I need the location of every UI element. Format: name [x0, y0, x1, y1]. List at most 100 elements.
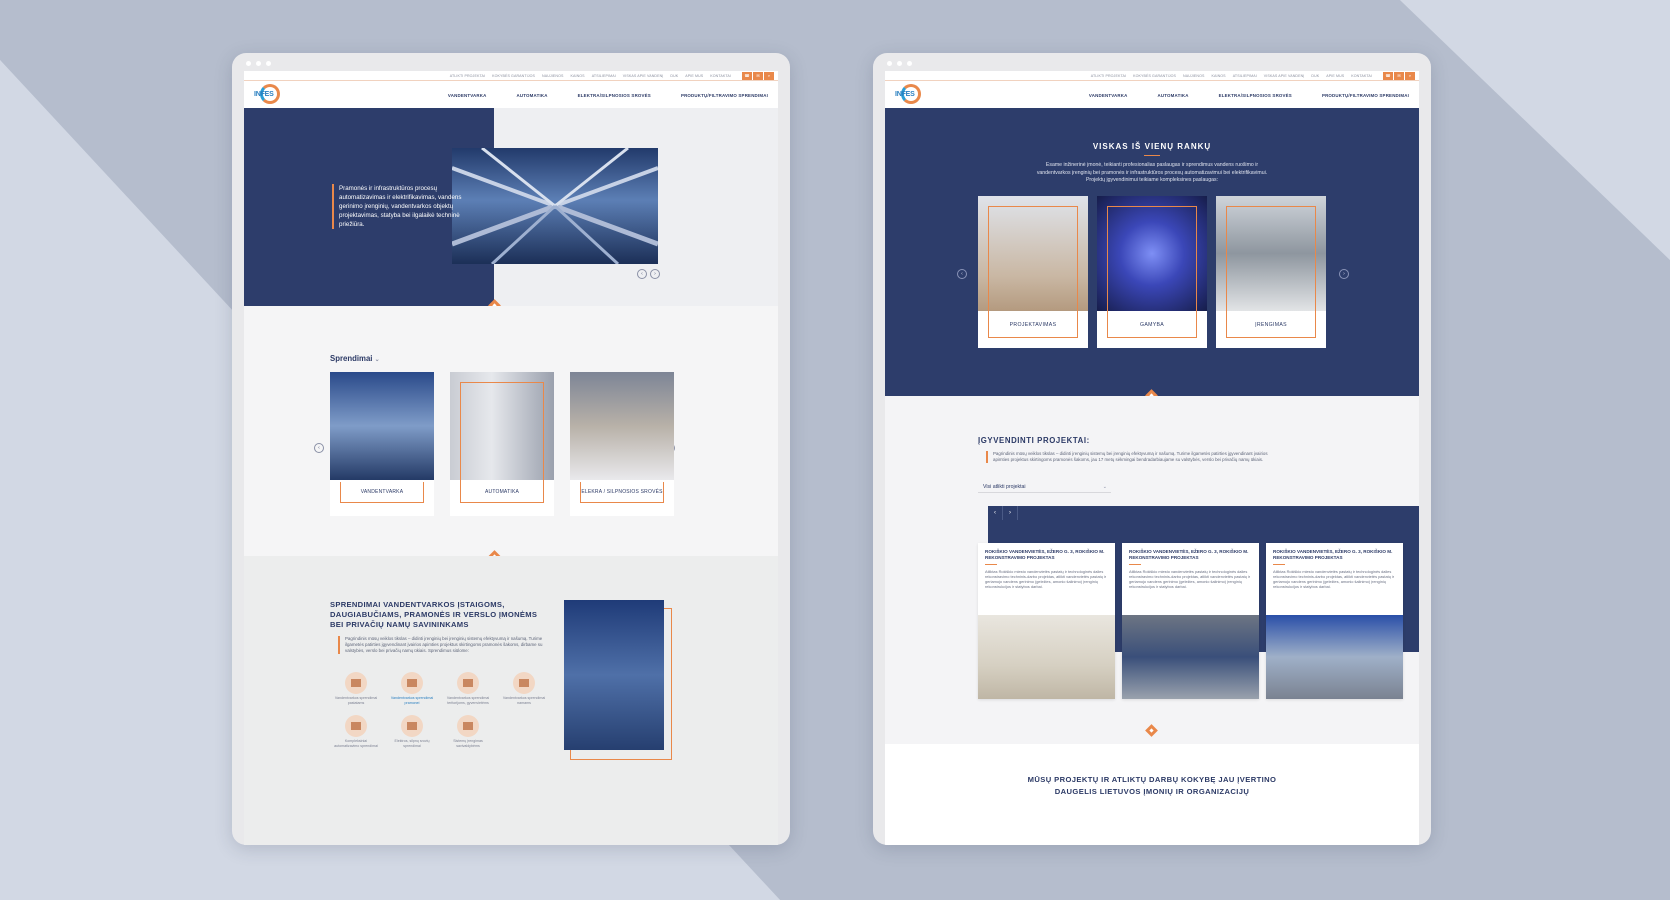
- projects-slider-nav: ‹ ›: [988, 506, 1018, 520]
- mail-icon[interactable]: ✉: [1394, 71, 1404, 80]
- nav-item-automatika[interactable]: AUTOMATIKA: [517, 93, 548, 98]
- nav-item-elektra[interactable]: ELEKTRA/SILPNOSIOS SROVĖS: [578, 93, 651, 98]
- building-icon: [345, 672, 367, 694]
- topbar-link[interactable]: DUK: [670, 74, 678, 78]
- logo[interactable]: INFES: [254, 84, 286, 106]
- card-label: VANDENTVARKA: [340, 482, 424, 503]
- topbar-icons: ☎ ✉ ⌕: [1383, 71, 1415, 80]
- topbar-link[interactable]: KOKYBĖS GARANTIJOS: [1133, 74, 1176, 78]
- hero-text: Pramonės ir infrastruktūros procesų auto…: [332, 184, 479, 229]
- town-icon: [457, 672, 479, 694]
- topbar-link[interactable]: ATSILIEPIMAI: [592, 74, 616, 78]
- topbar-link[interactable]: APIE MUS: [685, 74, 703, 78]
- solution-icon-item[interactable]: Vandentvarkos sprendimai pastatams: [328, 672, 384, 705]
- nav-item-produktai[interactable]: PRODUKTŲ/FILTRAVIMO SPRENDIMAI: [1322, 93, 1409, 98]
- service-card-projektavimas[interactable]: PROJEKTAVIMAS: [978, 196, 1088, 348]
- topbar-link[interactable]: ATLIKTI PROJEKTAI: [450, 74, 485, 78]
- municipality-icon: [457, 715, 479, 738]
- services-prev: ‹: [957, 269, 967, 279]
- logo[interactable]: INFES: [895, 84, 927, 106]
- search-icon[interactable]: ⌕: [764, 71, 774, 80]
- solution-icon-item[interactable]: Elektros, silpnų srovių sprendimai: [384, 715, 440, 748]
- card-label: GAMYBA: [1107, 313, 1197, 338]
- service-card-gamyba[interactable]: GAMYBA: [1097, 196, 1207, 348]
- solution-card-automatika[interactable]: AUTOMATIKA: [450, 372, 554, 516]
- solution-card-elektra[interactable]: ELEKRA / SILPNOSIOS SROVĖS: [570, 372, 674, 516]
- services-next: ›: [1339, 269, 1349, 279]
- right-browser-frame: ATLIKTI PROJEKTAI KOKYBĖS GARANTIJOS NAU…: [873, 53, 1431, 845]
- topbar-link[interactable]: NAUJIENOS: [542, 74, 563, 78]
- solution-icon-item[interactable]: Vandentvarkos sprendimai pramonei: [384, 672, 440, 705]
- topbar-link[interactable]: APIE MUS: [1326, 74, 1344, 78]
- nav-item-automatika[interactable]: AUTOMATIKA: [1158, 93, 1189, 98]
- project-image: [1122, 615, 1259, 699]
- card-label: AUTOMATIKA: [460, 482, 544, 503]
- right-screen: ATLIKTI PROJEKTAI KOKYBĖS GARANTIJOS NAU…: [885, 71, 1419, 845]
- phone-icon[interactable]: ☎: [742, 71, 752, 80]
- services-title: VISKAS IŠ VIENŲ RANKŲ: [1092, 142, 1212, 151]
- quality-section: MŪSŲ PROJEKTŲ IR ATLIKTŲ DARBŲ KOKYBĘ JA…: [885, 744, 1419, 845]
- card-frame: [460, 382, 544, 483]
- card-label: PROJEKTAVIMAS: [988, 313, 1078, 338]
- card-underline: [1129, 564, 1141, 565]
- card-image: [570, 372, 674, 480]
- solutions-title[interactable]: Sprendimai ⌄: [330, 354, 380, 363]
- logo-text: INFES: [254, 91, 274, 98]
- topbar-link[interactable]: VISKAS APIE VANDENĮ: [1264, 74, 1305, 78]
- project-card[interactable]: ROKIŠKIO VANDENVIETĖS, EŽERO G. 3, ROKIŠ…: [1266, 543, 1403, 699]
- topbar-link[interactable]: NAUJIENOS: [1183, 74, 1204, 78]
- automation-icon: [345, 715, 367, 738]
- main-nav: INFES VANDENTVARKA AUTOMATIKA ELEKTRA/SI…: [244, 81, 778, 110]
- nav-item-vandentvarka[interactable]: VANDENTVARKA: [1089, 93, 1128, 98]
- next-arrow-icon[interactable]: ›: [1003, 506, 1018, 520]
- topbar-link[interactable]: KAINOS: [571, 74, 585, 78]
- solution-icon-item[interactable]: Vandentvarkos sprendimai teritorijoms, g…: [440, 672, 496, 705]
- nav-menu: VANDENTVARKA AUTOMATIKA ELEKTRA/SILPNOSI…: [1089, 81, 1409, 109]
- window-dots: [887, 61, 912, 66]
- phone-icon[interactable]: ☎: [1383, 71, 1393, 80]
- topbar-link[interactable]: KOKYBĖS GARANTIJOS: [492, 74, 535, 78]
- nav-item-vandentvarka[interactable]: VANDENTVARKA: [448, 93, 487, 98]
- card-frame: [988, 206, 1078, 314]
- mail-icon[interactable]: ✉: [753, 71, 763, 80]
- left-browser-frame: ATLIKTI PROJEKTAI KOKYBĖS GARANTIJOS NAU…: [232, 53, 790, 845]
- project-card[interactable]: ROKIŠKIO VANDENVIETĖS, EŽERO G. 3, ROKIŠ…: [1122, 543, 1259, 699]
- projects-title: ĮGYVENDINTI PROJEKTAI:: [978, 436, 1090, 445]
- card-label: ELEKRA / SILPNOSIOS SROVĖS: [580, 482, 664, 503]
- solution-icon-item[interactable]: Vandentvarkos sprendimai namams: [496, 672, 552, 705]
- search-icon[interactable]: ⌕: [1405, 71, 1415, 80]
- project-image: [1266, 615, 1403, 699]
- hero-pipes-image: [452, 148, 658, 264]
- prev-arrow-icon[interactable]: ‹: [637, 269, 647, 279]
- section-divider-icon: [1145, 724, 1158, 737]
- projects-filter-select[interactable]: Visi atlikti projektai ⌄: [978, 482, 1111, 493]
- logo-text: INFES: [895, 91, 915, 98]
- project-image: [978, 615, 1115, 699]
- card-image: [330, 372, 434, 480]
- service-card-irengimas[interactable]: ĮRENGIMAS: [1216, 196, 1326, 348]
- solution-card-vandentvarka[interactable]: VANDENTVARKA: [330, 372, 434, 516]
- prev-arrow-icon[interactable]: ‹: [957, 269, 967, 279]
- distribution-section: SPRENDIMAI VANDENTVARKOS ĮSTAIGOMS, DAUG…: [244, 556, 778, 845]
- topbar-icons: ☎ ✉ ⌕: [742, 71, 774, 80]
- nav-item-elektra[interactable]: ELEKTRA/SILPNOSIOS SROVĖS: [1219, 93, 1292, 98]
- next-arrow-icon[interactable]: ›: [1339, 269, 1349, 279]
- topbar-link[interactable]: ATSILIEPIMAI: [1233, 74, 1257, 78]
- topbar-link[interactable]: ATLIKTI PROJEKTAI: [1091, 74, 1126, 78]
- nav-menu: VANDENTVARKA AUTOMATIKA ELEKTRA/SILPNOSI…: [448, 81, 768, 109]
- prev-arrow-icon[interactable]: ‹: [988, 506, 1003, 520]
- nav-item-produktai[interactable]: PRODUKTŲ/FILTRAVIMO SPRENDIMAI: [681, 93, 768, 98]
- topbar-link[interactable]: KONTAKTAI: [710, 74, 731, 78]
- project-card[interactable]: ROKIŠKIO VANDENVIETĖS, EŽERO G. 3, ROKIŠ…: [978, 543, 1115, 699]
- topbar-link[interactable]: DUK: [1311, 74, 1319, 78]
- card-frame: [1226, 206, 1316, 314]
- prev-arrow-icon[interactable]: ‹: [314, 443, 324, 453]
- solution-icon-item[interactable]: Kompleksiniai automatizavimo sprendimai: [328, 715, 384, 748]
- title-underline: [1144, 155, 1160, 156]
- topbar-link[interactable]: KAINOS: [1212, 74, 1226, 78]
- services-section: VISKAS IŠ VIENŲ RANKŲ Esame inžinerinė į…: [885, 108, 1419, 402]
- topbar-link[interactable]: KONTAKTAI: [1351, 74, 1372, 78]
- topbar-link[interactable]: VISKAS APIE VANDENĮ: [623, 74, 664, 78]
- solution-icon-item[interactable]: Sistemų įrengimas savivaldybėms: [440, 715, 496, 748]
- next-arrow-icon[interactable]: ›: [650, 269, 660, 279]
